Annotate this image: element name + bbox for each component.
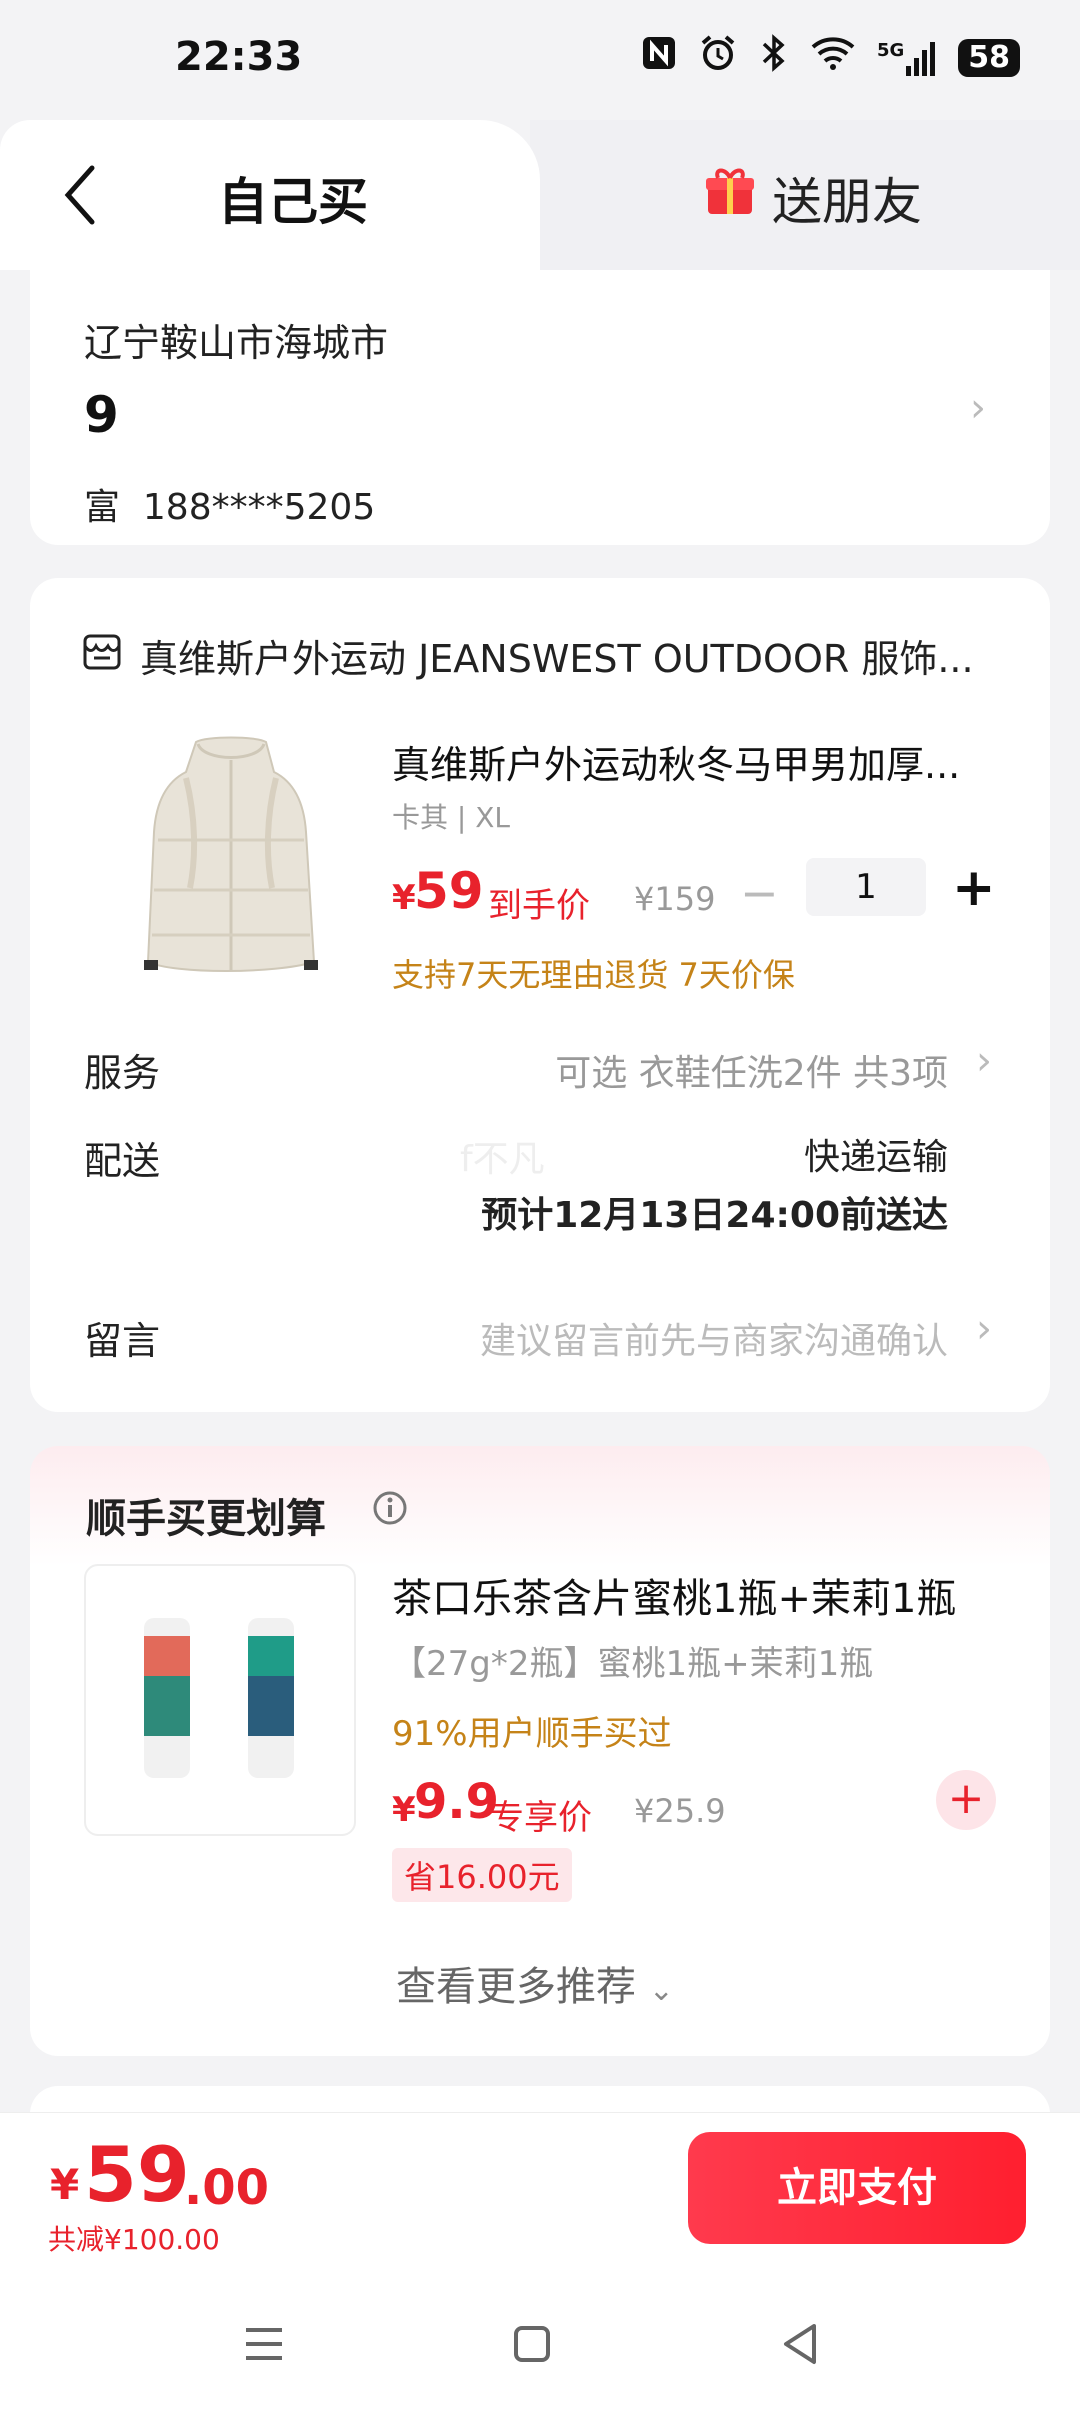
delivery-method: 快递运输 — [803, 1137, 948, 1178]
delivery-label: 配送 — [84, 1139, 161, 1183]
recommend-save-badge: 省16.00元 — [392, 1848, 572, 1902]
add-recommend-button[interactable]: + — [936, 1770, 996, 1830]
service-promises: 支持7天无理由退货 7天价保 — [392, 956, 795, 994]
product-price: 59 — [414, 862, 484, 920]
service-value[interactable]: 可选 衣鞋任洗2件 共3项 — [555, 1044, 948, 1096]
price-label: 到手价 — [488, 886, 590, 926]
status-time: 22:33 — [175, 34, 303, 80]
shop-icon — [82, 632, 122, 672]
back-icon[interactable] — [56, 160, 106, 230]
pay-now-button[interactable]: 立即支付 — [688, 2132, 1026, 2244]
network-label: 5G — [876, 39, 905, 61]
recommend-item-image[interactable] — [84, 1564, 356, 1836]
recommend-social-proof: 91%用户顺手买过 — [392, 1714, 672, 1754]
gift-icon — [704, 166, 756, 218]
home-nav-icon[interactable] — [512, 2324, 552, 2364]
battery-icon: 58 — [958, 38, 1020, 77]
see-more-label: 查看更多推荐 — [396, 1964, 636, 2010]
quantity-field[interactable]: 1 — [806, 858, 926, 916]
original-price: ¥159 — [634, 880, 716, 918]
wifi-icon — [811, 35, 855, 80]
tab-friend-label[interactable]: 送朋友 — [772, 162, 922, 234]
recommend-title: 顺手买更划算 — [86, 1496, 326, 1542]
total-discount: 共减¥100.00 — [48, 2223, 220, 2256]
total-amount: 59 — [84, 2130, 190, 2219]
shop-name[interactable]: 真维斯户外运动 JEANSWEST OUTDOOR 服饰... — [140, 628, 974, 683]
total-decimal: .00 — [184, 2160, 270, 2216]
product-image[interactable] — [126, 730, 336, 990]
watermark: f不凡 — [460, 1139, 545, 1180]
see-more-button[interactable]: 查看更多推荐 ⌄ — [396, 1954, 674, 2012]
recommend-item-spec: 【27g*2瓶】蜜桃1瓶+茉莉1瓶 — [392, 1644, 874, 1684]
alarm-icon — [699, 34, 737, 81]
info-icon[interactable] — [372, 1490, 408, 1526]
status-icons: 5G 58 — [641, 34, 1020, 81]
address-chevron-icon[interactable]: › — [970, 385, 986, 431]
address-contact: 富 188****5205 — [84, 478, 375, 530]
price-symbol: ¥ — [392, 878, 416, 918]
message-label: 留言 — [84, 1319, 161, 1363]
recommend-price: 9.9 — [414, 1774, 500, 1830]
back-nav-icon[interactable] — [780, 2322, 820, 2366]
delivery-eta: 预计12月13日24:00前送达 — [481, 1195, 948, 1236]
recommend-original-price: ¥25.9 — [634, 1792, 726, 1830]
decrease-qty-button[interactable]: − — [740, 866, 779, 920]
recommend-price-label: 专享价 — [490, 1798, 592, 1838]
message-input[interactable]: 建议留言前先与商家沟通确认 — [480, 1312, 948, 1364]
chevron-down-icon: ⌄ — [648, 1973, 674, 2008]
product-spec[interactable]: 卡其 | XL — [392, 796, 510, 836]
increase-qty-button[interactable]: + — [952, 858, 996, 918]
address-region: 辽宁鞍山市海城市 — [84, 321, 389, 365]
message-chevron-icon[interactable]: › — [976, 1306, 992, 1352]
product-title[interactable]: 真维斯户外运动秋冬马甲男加厚... — [392, 734, 960, 789]
recommend-item-name[interactable]: 茶口乐茶含片蜜桃1瓶+茉莉1瓶 — [392, 1566, 956, 1624]
service-label: 服务 — [84, 1051, 161, 1095]
recommend-price-symbol: ¥ — [392, 1790, 416, 1830]
address-detail: 9 — [84, 386, 119, 444]
bluetooth-icon — [759, 34, 789, 81]
nfc-icon — [641, 35, 677, 80]
contact-name: 富 — [84, 487, 121, 528]
menu-nav-icon[interactable] — [240, 2322, 288, 2366]
contact-phone: 188****5205 — [142, 487, 376, 528]
tab-self-label[interactable]: 自己买 — [218, 162, 368, 234]
service-chevron-icon[interactable]: › — [976, 1038, 992, 1084]
total-symbol: ¥ — [50, 2160, 80, 2209]
signal-5g-icon: 5G — [877, 40, 936, 76]
